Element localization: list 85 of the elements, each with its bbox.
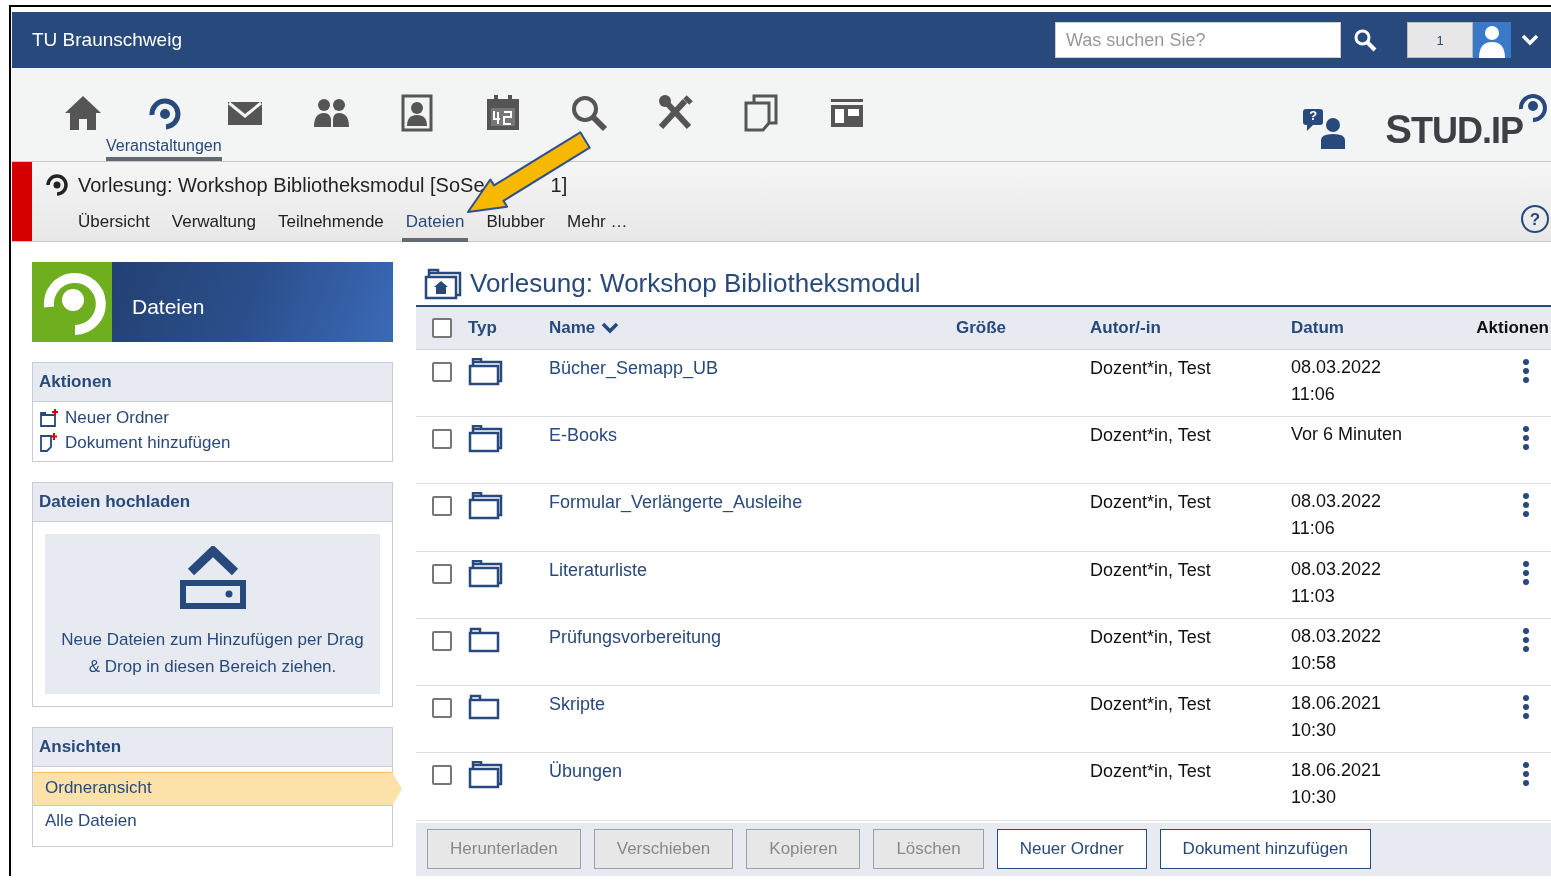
view-option[interactable]: Alle Dateien	[33, 806, 392, 838]
action-button[interactable]: Dokument hinzufügen	[1159, 829, 1371, 870]
checkbox[interactable]	[432, 698, 452, 719]
search-field[interactable]: Was suchen Sie?	[1055, 22, 1341, 58]
widget-title: Dateien hochladen	[33, 483, 392, 522]
folder-home-icon	[424, 267, 462, 300]
checkbox[interactable]	[432, 630, 452, 651]
checkbox[interactable]	[432, 496, 452, 517]
help-icon[interactable]: ?	[1521, 205, 1549, 233]
date-cell-text: 08.03.2022 11:06	[1291, 490, 1383, 541]
home-icon	[63, 93, 103, 133]
avatar-icon[interactable]	[1473, 22, 1511, 58]
date-cell-text: 08.03.2022 11:03	[1291, 557, 1383, 608]
author-cell-text: Dozent*in, Test	[1090, 492, 1212, 514]
sort-chevron-icon	[601, 322, 620, 335]
file-name-link[interactable]: Bücher_Semapp_UB	[549, 357, 956, 379]
author-cell-text: Dozent*in, Test	[1090, 357, 1212, 379]
column-header[interactable]: Typ	[468, 318, 549, 339]
folder-title: Vorlesung: Workshop Bibliotheksmodul	[470, 268, 921, 300]
notification-count[interactable]: 1	[1407, 22, 1473, 58]
sidebar-link[interactable]: Dokument hinzufügen	[39, 433, 386, 453]
course-title: Vorlesung: Workshop Bibliotheksmodul [SoSe	[78, 173, 485, 197]
folder-icon	[468, 626, 500, 653]
nav-label: Veranstaltungen	[106, 137, 222, 155]
folders-icon	[468, 425, 504, 454]
file-name-link[interactable]: Prüfungsvorbereitung	[549, 626, 956, 648]
widget-title: Ansichten	[33, 728, 392, 767]
checkbox[interactable]	[432, 318, 452, 339]
column-header[interactable]: Aktionen	[1476, 318, 1549, 339]
column-header[interactable]: Name	[549, 318, 956, 339]
checkbox[interactable]	[432, 563, 452, 584]
drop-zone[interactable]: Neue Dateien zum Hinzufügen per Drag & Drop in diesen Bereich ziehen.	[45, 534, 380, 694]
column-header[interactable]: Größe	[956, 318, 1090, 339]
folders-icon	[468, 761, 504, 790]
date-cell-text: 08.03.2022 11:06	[1291, 355, 1383, 406]
file-name-link[interactable]: Skripte	[549, 694, 956, 716]
banner-title: Dateien	[132, 295, 205, 319]
course-tab[interactable]: Teilnehmende	[277, 212, 384, 238]
author-cell-text: Dozent*in, Test	[1090, 559, 1212, 581]
date-cell-text: 08.03.2022 10:58	[1291, 624, 1383, 675]
search-icon[interactable]	[1353, 28, 1377, 52]
column-header[interactable]: Autor/-in	[1090, 318, 1291, 339]
brand-name[interactable]: TU Braunschweig	[32, 29, 1055, 51]
course-tab[interactable]: Verwaltung	[171, 212, 256, 238]
checkbox[interactable]	[432, 429, 452, 450]
date-cell-text: 18.06.2021 10:30	[1291, 759, 1383, 810]
author-cell-text: Dozent*in, Test	[1090, 626, 1212, 648]
action-button[interactable]: Neuer Ordner	[996, 829, 1147, 870]
sidebar-link[interactable]: Neuer Ordner	[39, 408, 386, 428]
file-name-link[interactable]: Übungen	[549, 761, 956, 783]
more-actions-icon[interactable]	[1522, 492, 1530, 519]
checkbox[interactable]	[432, 765, 452, 786]
author-cell-text: Dozent*in, Test	[1090, 425, 1212, 447]
more-actions-icon[interactable]	[1522, 425, 1530, 452]
drop-zone-text: Neue Dateien zum Hinzufügen per Drag & Drop in diesen Bereich ziehen.	[60, 629, 365, 678]
author-cell-text: Dozent*in, Test	[1090, 761, 1212, 783]
folders-icon	[468, 492, 504, 521]
widget-title: Aktionen	[33, 363, 392, 402]
file-name-link[interactable]: Literaturliste	[549, 559, 956, 581]
course-title-tail: 1]	[550, 173, 568, 197]
more-actions-icon[interactable]	[1522, 694, 1530, 721]
author-cell-text: Dozent*in, Test	[1090, 694, 1212, 716]
course-tab[interactable]: Übersicht	[78, 212, 150, 238]
more-actions-icon[interactable]	[1522, 761, 1530, 788]
course-tab[interactable]: Blubber	[486, 212, 545, 238]
more-actions-icon[interactable]	[1522, 357, 1530, 384]
more-actions-icon[interactable]	[1522, 626, 1530, 653]
date-cell-text: Vor 6 Minuten	[1291, 423, 1404, 447]
folders-icon	[468, 357, 504, 386]
course-tab[interactable]: Dateien	[401, 212, 469, 242]
chevron-down-icon[interactable]	[1521, 34, 1539, 46]
view-option[interactable]: Ordneransicht	[33, 772, 402, 806]
file-name-link[interactable]: Formular_Verlängerte_Ausleihe	[549, 492, 956, 514]
date-cell-text: 18.06.2021 10:30	[1291, 692, 1383, 743]
course-tab[interactable]: Mehr …	[567, 212, 628, 238]
folders-icon	[468, 559, 504, 588]
document-add-icon	[39, 433, 59, 453]
logo-text[interactable]: STUD.IP	[1385, 108, 1523, 149]
folder-icon	[468, 694, 500, 721]
file-name-link[interactable]: E-Books	[549, 425, 956, 447]
checkbox[interactable]	[432, 361, 452, 382]
more-actions-icon[interactable]	[1522, 559, 1530, 586]
upload-icon	[178, 546, 247, 610]
target-icon	[44, 172, 70, 198]
folder-add-icon	[39, 409, 59, 427]
